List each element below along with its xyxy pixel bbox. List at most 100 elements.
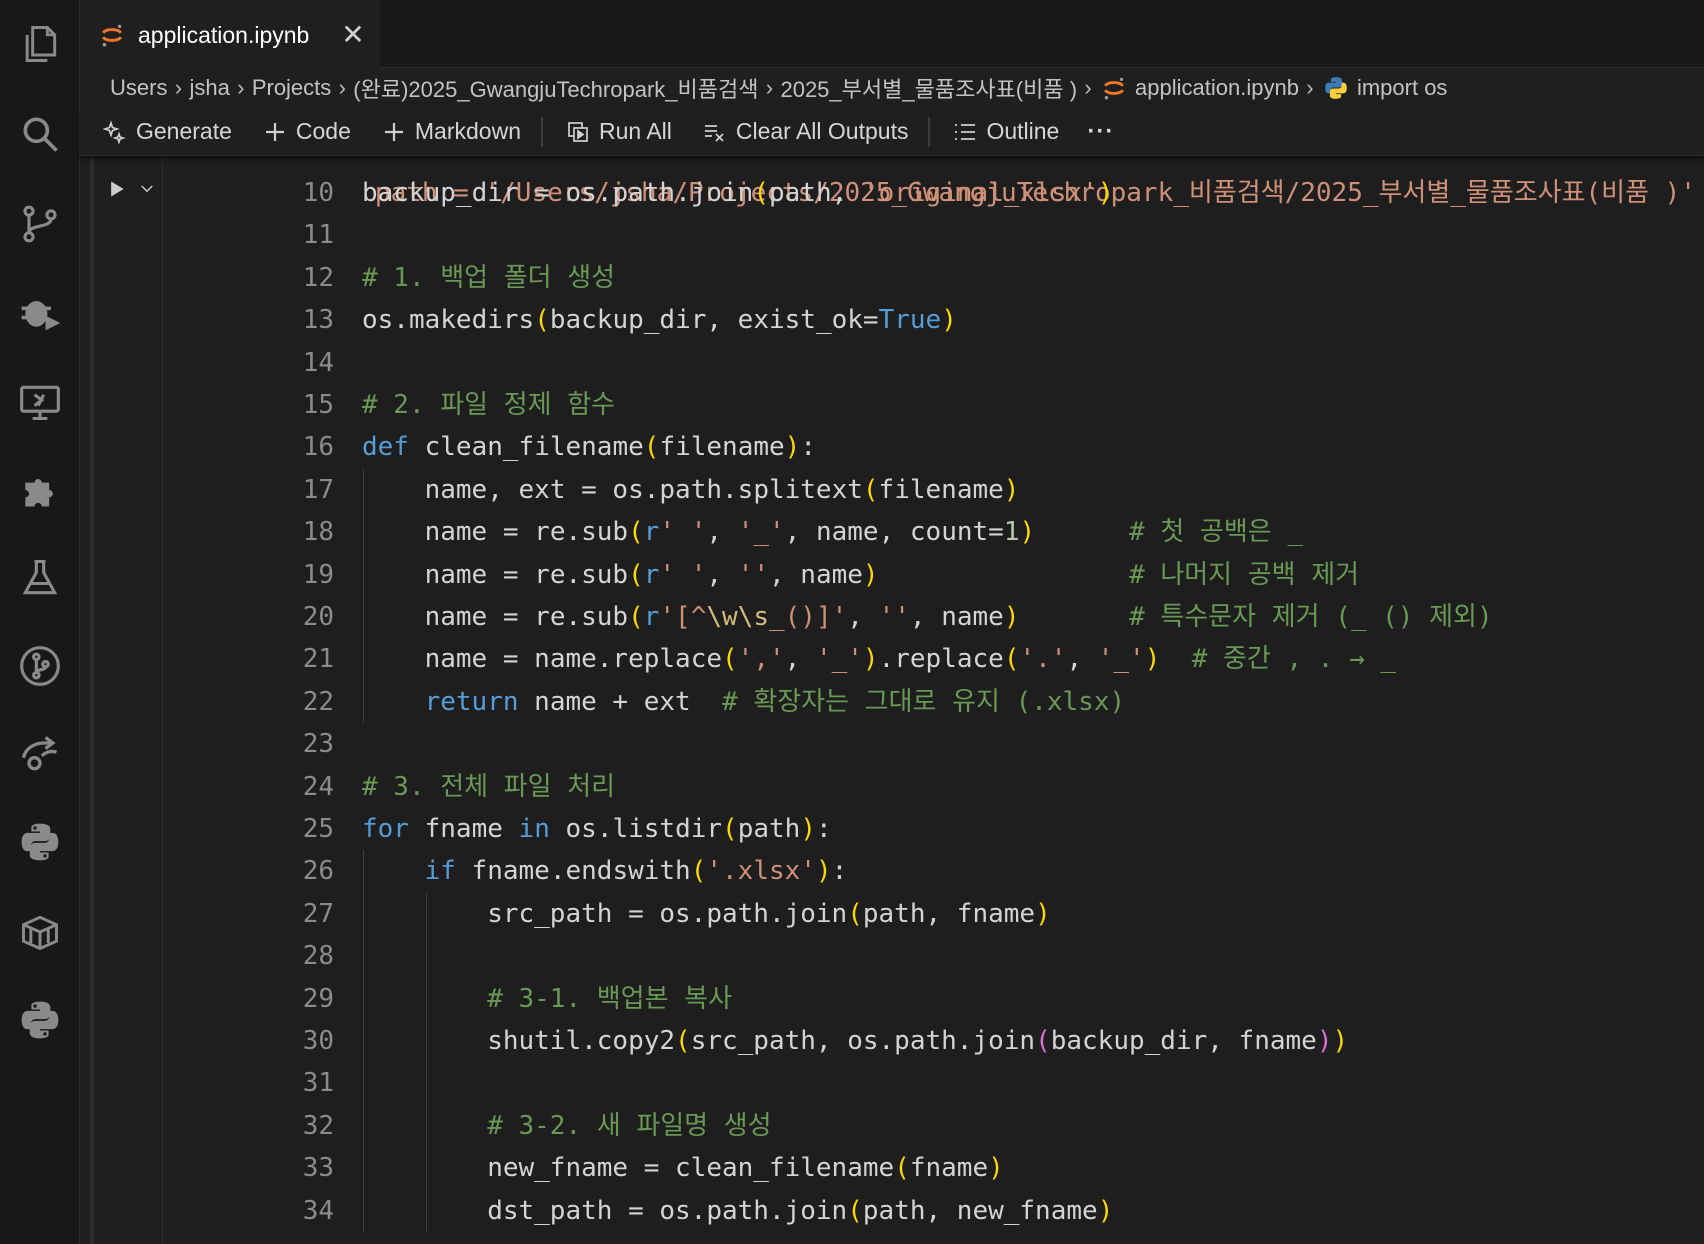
outline-button[interactable]: Outline — [950, 112, 1059, 152]
indent-guide — [425, 977, 427, 1020]
code-token: name = re.sub — [424, 517, 629, 548]
code-token: src_path, os.path.join — [690, 1026, 1036, 1056]
indent-guide — [363, 596, 364, 639]
live-share-icon[interactable] — [12, 726, 68, 782]
code-line: 15 # 2. 파일 정제 함수 — [162, 384, 1704, 426]
code-text: if fname.endswith('.xlsx'): — [425, 850, 848, 892]
line-number: 26 — [302, 856, 334, 887]
jupyter-icon — [98, 21, 126, 49]
line-number: 30 — [302, 1026, 334, 1056]
tab-bar: application.ipynb ✕ — [80, 0, 1704, 68]
code-token: , — [1066, 644, 1098, 675]
breadcrumb-item[interactable]: import os — [1357, 75, 1447, 101]
breadcrumb-separator: › — [1306, 75, 1314, 100]
collapse-cell-button[interactable] — [134, 174, 160, 204]
git-graph-icon[interactable] — [12, 638, 68, 694]
code-text: return name + ext # 확장자는 그대로 유지 (.xlsx) — [425, 681, 1126, 723]
indent-guide — [363, 1062, 364, 1105]
explorer-icon[interactable] — [12, 16, 68, 72]
indent-guide — [425, 935, 427, 978]
run-all-button[interactable]: Run All — [563, 112, 672, 152]
activity-bar — [0, 0, 80, 1244]
code-token: ) — [1097, 1195, 1114, 1226]
python-environments-icon[interactable] — [12, 992, 68, 1048]
code-token: fname.endswith — [455, 856, 691, 887]
run-all-label: Run All — [599, 118, 672, 144]
code-token: ) — [1316, 1026, 1333, 1056]
code-token: if — [424, 856, 456, 887]
code-token: dst_path = os.path.join — [487, 1195, 848, 1226]
search-icon[interactable] — [12, 106, 68, 162]
code-token: new_fname = clean_filename — [487, 1153, 895, 1184]
code-token: ( — [628, 517, 644, 548]
code-text: for fname in os.listdir(path): — [362, 808, 832, 850]
indent-guide — [363, 1147, 364, 1190]
code-line: 12 # 1. 백업 폴더 생성 — [162, 257, 1704, 299]
code-token: : — [831, 856, 848, 887]
code-token: , — [784, 644, 816, 675]
code-line: 18 name = re.sub(r' ', '_', name, count=1… — [162, 511, 1704, 554]
code-token: 'original_xlsx' — [862, 178, 1098, 208]
code-line: 32 # 3-2. 새 파일명 생성 — [162, 1104, 1704, 1148]
code-text: name, ext = os.path.splitext(filename) — [425, 469, 1020, 511]
code-token: ) — [1019, 517, 1036, 548]
run-cell-button[interactable] — [102, 174, 132, 204]
code-token: ',' — [737, 644, 785, 675]
code-text: def clean_filename(filename): — [362, 426, 816, 468]
code-token: name = re.sub — [424, 559, 629, 590]
clear-all-outputs-button[interactable]: Clear All Outputs — [700, 112, 908, 152]
indent-guide — [363, 977, 364, 1020]
breadcrumb-item[interactable]: 2025_부서별_물품조사표(비품 ) — [780, 72, 1077, 104]
extensions-icon[interactable] — [12, 462, 68, 518]
code-line: 17 name, ext = os.path.splitext(filename) — [162, 468, 1704, 512]
code-token: # 3-1. 백업본 복사 — [487, 983, 733, 1014]
run-debug-icon[interactable] — [12, 284, 68, 340]
code-token: True — [878, 305, 942, 336]
breadcrumb-item[interactable]: jsha — [189, 75, 229, 101]
code-line: 26 if fname.endswith('.xlsx'): — [162, 850, 1704, 893]
code-token: os.listdir — [549, 814, 723, 844]
close-icon[interactable]: ✕ — [340, 21, 366, 49]
markdown-label: Markdown — [414, 118, 521, 144]
line-number: 17 — [302, 474, 334, 505]
code-text: name = re.sub(r'[^\w\s_()]', '', name) #… — [425, 596, 1493, 638]
code-token: ) — [862, 644, 879, 675]
testing-icon[interactable] — [12, 550, 68, 606]
breadcrumb-item[interactable]: application.ipynb — [1135, 75, 1299, 101]
code-text: # 3-1. 백업본 복사 — [487, 978, 732, 1020]
generate-button[interactable]: Generate — [100, 112, 232, 152]
code-token: ( — [862, 474, 879, 505]
code-token: path — [737, 814, 801, 844]
source-control-icon[interactable] — [12, 196, 68, 252]
indent-guide — [425, 1020, 427, 1063]
add-markdown-cell-button[interactable]: Markdown — [379, 112, 521, 152]
code-token: ( — [1003, 644, 1020, 675]
tab-application-ipynb[interactable]: application.ipynb ✕ — [80, 0, 380, 68]
toolbar-divider — [928, 116, 931, 147]
line-number: 18 — [302, 517, 334, 548]
clear-outputs-icon — [700, 117, 730, 147]
code-token: ) — [1144, 644, 1161, 675]
line-number: 16 — [302, 432, 334, 463]
breadcrumb-item[interactable]: Users — [110, 75, 167, 101]
code-token: ( — [643, 432, 660, 463]
code-token: path, new_fname — [862, 1195, 1098, 1226]
add-code-cell-button[interactable]: Code — [260, 112, 351, 152]
code-token: in — [518, 814, 550, 844]
code-token: name, ext = os.path.splitext — [424, 474, 863, 505]
code-text: # 3-2. 새 파일명 생성 — [487, 1105, 771, 1147]
code-token: # 2. 파일 정제 함수 — [362, 390, 616, 420]
indent-guide — [425, 892, 427, 936]
code-token: # 3-2. 새 파일명 생성 — [487, 1110, 772, 1141]
indent-guide — [363, 935, 364, 978]
line-number: 23 — [302, 729, 334, 760]
remote-explorer-icon[interactable] — [12, 374, 68, 430]
code-token: '_' — [815, 644, 863, 675]
code-token: clean_filename — [408, 432, 644, 463]
containers-icon[interactable] — [12, 904, 68, 960]
more-actions-button[interactable]: ··· — [1087, 112, 1114, 152]
breadcrumb-item[interactable]: Projects — [252, 75, 331, 101]
list-icon — [950, 117, 980, 147]
breadcrumb-item[interactable]: (완료)2025_GwangjuTechropark_비품검색 — [353, 72, 758, 104]
python-icon[interactable] — [12, 814, 68, 870]
